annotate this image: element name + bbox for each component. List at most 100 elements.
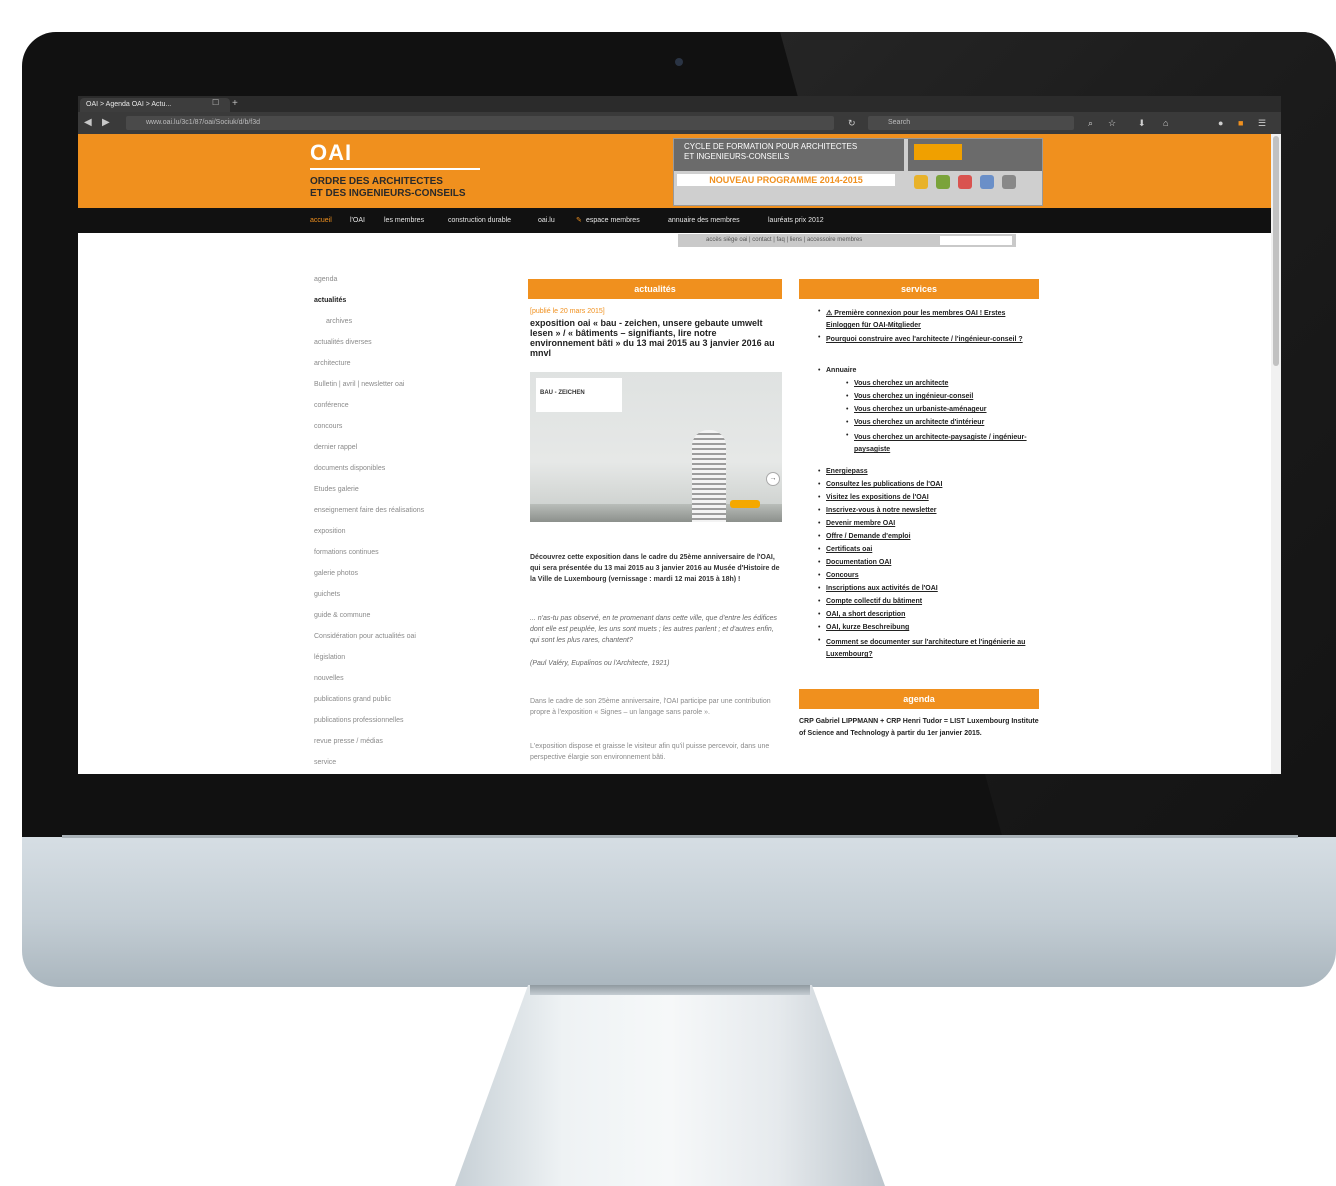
extension-icon[interactable]: ■ xyxy=(1238,116,1243,130)
url-text: www.oai.lu/3c1/87/oai/Sociuk/d/b/f3d xyxy=(146,119,261,126)
left-nav-item[interactable]: concours xyxy=(314,423,342,430)
left-nav-item[interactable]: galerie photos xyxy=(314,570,358,577)
nav-espace-membres[interactable]: espace membres xyxy=(586,208,640,233)
left-nav-item[interactable]: revue presse / médias xyxy=(314,738,383,745)
close-tab-icon[interactable]: ☐ xyxy=(212,98,219,107)
url-bar[interactable]: www.oai.lu/3c1/87/oai/Sociuk/d/b/f3d xyxy=(126,116,834,130)
left-nav-item[interactable]: dernier rappel xyxy=(314,444,357,451)
agenda-item[interactable]: CRP Gabriel LIPPMANN + CRP Henri Tudor =… xyxy=(799,716,1039,740)
bookmark-icon[interactable]: ☆ xyxy=(1108,116,1116,130)
service-link[interactable]: OAI, kurze Beschreibung xyxy=(826,624,909,631)
bullet: • xyxy=(818,367,821,374)
left-nav-item[interactable]: conférence xyxy=(314,402,349,409)
left-nav-item[interactable]: documents disponibles xyxy=(314,465,385,472)
bullet: • xyxy=(818,585,821,592)
service-link[interactable]: Comment se documenter sur l'architecture… xyxy=(826,637,1036,661)
banner-logos xyxy=(908,139,1042,171)
article-intro: Découvrez cette exposition dans le cadre… xyxy=(530,554,780,583)
nav-membres[interactable]: les membres xyxy=(384,208,424,233)
monitor-chin xyxy=(22,837,1336,987)
banner-program: NOUVEAU PROGRAMME 2014-2015 xyxy=(677,174,895,186)
annuaire-link[interactable]: Vous cherchez un architecte xyxy=(854,380,948,387)
left-nav-item[interactable]: enseignement faire des réalisations xyxy=(314,507,424,514)
search-input[interactable]: Search xyxy=(868,116,1074,130)
service-link[interactable]: Certificats oai xyxy=(826,546,872,553)
left-nav-item[interactable]: guide & commune xyxy=(314,612,370,619)
left-nav-item[interactable]: archives xyxy=(326,318,352,325)
service-link[interactable]: Visitez les expositions de l'OAI xyxy=(826,494,929,501)
annuaire-link[interactable]: Vous cherchez un urbaniste-aménageur xyxy=(854,406,987,413)
service-link[interactable]: Concours xyxy=(826,572,859,579)
service-link[interactable]: Energiepass xyxy=(826,468,868,475)
bullet: • xyxy=(846,406,849,413)
monitor-stand xyxy=(455,985,885,1186)
left-nav-item[interactable]: guichets xyxy=(314,591,340,598)
bullet: • xyxy=(818,611,821,618)
left-nav-item[interactable]: architecture xyxy=(314,360,351,367)
new-tab-button[interactable]: + xyxy=(232,96,238,112)
annuaire-link[interactable]: Vous cherchez un ingénieur-conseil xyxy=(854,393,973,400)
addon-icon[interactable]: ● xyxy=(1218,116,1223,130)
bullet: • xyxy=(818,520,821,527)
next-arrow-icon[interactable]: → xyxy=(766,472,780,486)
article-title[interactable]: exposition oai « bau - zeichen, unsere g… xyxy=(530,318,780,358)
forward-icon[interactable]: ▶ xyxy=(102,112,110,134)
left-nav-item[interactable]: Bulletin | avril | newsletter oai xyxy=(314,381,404,388)
service-link[interactable]: Devenir membre OAI xyxy=(826,520,895,527)
left-nav-item[interactable]: actualités diverses xyxy=(314,339,372,346)
org-name-line2: ET DES INGENIEURS-CONSEILS xyxy=(310,188,466,199)
left-nav-item[interactable]: exposition xyxy=(314,528,346,535)
banner-line1: CYCLE DE FORMATION POUR ARCHITECTES xyxy=(684,142,858,151)
service-link[interactable]: Inscriptions aux activités de l'OAI xyxy=(826,585,938,592)
nav-oai-lu[interactable]: oai.lu xyxy=(538,208,555,233)
left-nav-item-active[interactable]: actualités xyxy=(314,297,346,304)
left-nav-item[interactable]: publications grand public xyxy=(314,696,391,703)
left-nav-item[interactable]: agenda xyxy=(314,276,337,283)
nav-accueil[interactable]: accueil xyxy=(310,208,332,233)
left-nav-item[interactable]: nouvelles xyxy=(314,675,344,682)
download-icon[interactable]: ⬇ xyxy=(1138,116,1146,130)
left-nav-item[interactable]: législation xyxy=(314,654,345,661)
nav-laureats[interactable]: lauréats prix 2012 xyxy=(768,208,824,233)
nav-oai[interactable]: l'OAI xyxy=(350,208,365,233)
back-icon[interactable]: ◀ xyxy=(84,112,92,134)
org-name-line1: ORDRE DES ARCHITECTES xyxy=(310,176,443,187)
left-nav-item[interactable]: Considération pour actualités oai xyxy=(314,633,416,640)
search-icon[interactable]: ⌕ xyxy=(1088,116,1093,130)
service-link[interactable]: Pourquoi construire avec l'architecte / … xyxy=(826,334,1036,346)
service-link[interactable]: ⚠ Première connexion pour les membres OA… xyxy=(826,308,1036,332)
annuaire-link[interactable]: Vous cherchez un architecte-paysagiste /… xyxy=(854,432,1038,456)
site-search-input[interactable] xyxy=(940,236,1012,245)
nav-annuaire[interactable]: annuaire des membres xyxy=(668,208,740,233)
service-link[interactable]: Offre / Demande d'emploi xyxy=(826,533,911,540)
service-link[interactable]: OAI, a short description xyxy=(826,611,905,618)
bullet: • xyxy=(846,380,849,387)
exhibition-image[interactable]: BAU - ZEICHEN → xyxy=(530,372,782,522)
left-nav-item[interactable]: service xyxy=(314,759,336,766)
menu-icon[interactable]: ☰ xyxy=(1258,116,1266,130)
sub-nav-links[interactable]: accès siège oai | contact | faq | liens … xyxy=(706,237,862,243)
scrollbar-thumb[interactable] xyxy=(1273,136,1279,366)
service-link[interactable]: Compte collectif du bâtiment xyxy=(826,598,922,605)
banner-icon-5 xyxy=(1002,175,1016,189)
home-icon[interactable]: ⌂ xyxy=(1163,116,1168,130)
banner-title-area: CYCLE DE FORMATION POUR ARCHITECTES ET I… xyxy=(674,139,904,171)
main-nav: accueil l'OAI les membres construction d… xyxy=(78,208,1271,233)
left-nav-item[interactable]: publications professionnelles xyxy=(314,717,404,724)
browser-tab[interactable]: OAI > Agenda OAI > Actu... xyxy=(80,98,230,112)
banner-line2: ET INGENIEURS-CONSEILS xyxy=(684,152,790,161)
nav-construction-durable[interactable]: construction durable xyxy=(448,208,511,233)
bullet: • xyxy=(846,432,849,439)
service-link[interactable]: Documentation OAI xyxy=(826,559,891,566)
bullet: • xyxy=(818,598,821,605)
bullet: • xyxy=(818,308,821,315)
left-nav-item[interactable]: Etudes galerie xyxy=(314,486,359,493)
reload-icon[interactable]: ↻ xyxy=(848,116,856,130)
bullet: • xyxy=(818,624,821,631)
formation-banner[interactable]: CYCLE DE FORMATION POUR ARCHITECTES ET I… xyxy=(673,138,1043,206)
service-link[interactable]: Consultez les publications de l'OAI xyxy=(826,481,942,488)
site-logo[interactable]: OAI xyxy=(310,140,352,166)
left-nav-item[interactable]: formations continues xyxy=(314,549,379,556)
service-link[interactable]: Inscrivez-vous à notre newsletter xyxy=(826,507,936,514)
annuaire-link[interactable]: Vous cherchez un architecte d'intérieur xyxy=(854,419,984,426)
